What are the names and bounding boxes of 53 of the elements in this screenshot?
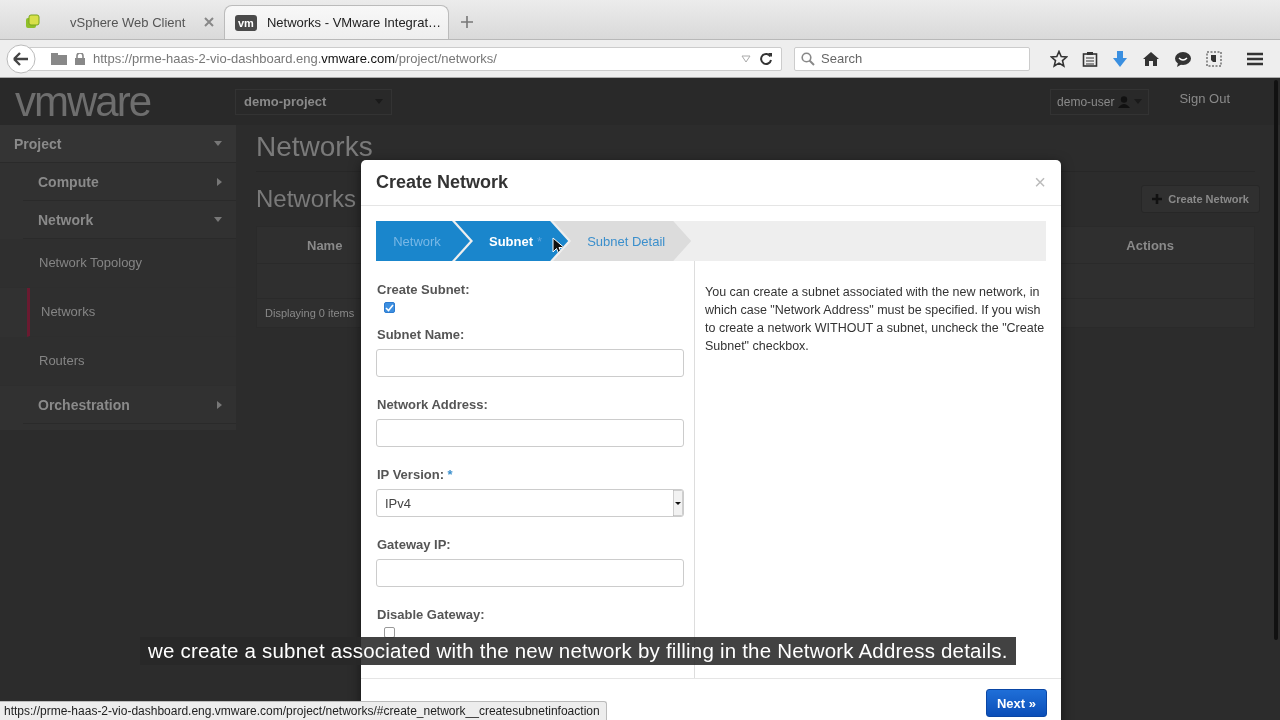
column-header: Actions [1126, 237, 1174, 253]
dropdown-arrow-icon [673, 490, 683, 516]
lock-icon [75, 52, 85, 65]
search-icon [801, 51, 815, 66]
chevron-right-icon [217, 400, 222, 409]
input-field[interactable] [376, 419, 684, 447]
home-icon[interactable] [1142, 50, 1160, 67]
field-label: IP Version: * [376, 467, 454, 482]
reload-icon[interactable] [759, 51, 773, 66]
chevron-down-icon [214, 217, 222, 222]
wizard-step[interactable]: Subnet Detail [553, 221, 692, 261]
screenshot-icon[interactable] [1206, 50, 1222, 67]
browser-tab[interactable]: vm Networks - VMware Integrat… [224, 5, 449, 39]
field-label: Subnet Name: [376, 327, 466, 342]
download-icon[interactable] [1112, 49, 1128, 68]
next-button[interactable]: Next » [985, 689, 1047, 717]
favicon [24, 14, 40, 30]
star-icon[interactable] [1050, 49, 1068, 68]
plus-icon [1152, 194, 1163, 204]
field-label: Create Subnet: [376, 282, 471, 297]
chevron-right-icon [217, 177, 222, 186]
logo: vmware [15, 78, 152, 125]
menu-icon[interactable] [1246, 51, 1264, 66]
field-label: Gateway IP: [376, 537, 452, 552]
sign-out-link[interactable]: Sign Out [1179, 91, 1230, 106]
input-field[interactable] [376, 349, 684, 377]
select-field[interactable]: IPv4 [376, 489, 684, 517]
checkbox[interactable] [384, 302, 395, 313]
favicon: vm [235, 14, 257, 31]
browser-tab[interactable]: vSphere Web Client [14, 5, 224, 39]
close-icon[interactable] [204, 17, 214, 27]
status-url: https://prme-haas-2-vio-dashboard.eng.vmware.com/project/networks/#create_network__createsubnetinfoaction [0, 701, 607, 720]
field-label: Disable Gateway: [376, 607, 486, 622]
column-header: Name [307, 237, 343, 253]
project-dropdown[interactable]: demo-project [235, 88, 392, 115]
field-label: Network Address: [376, 397, 489, 412]
check-icon [385, 303, 394, 312]
table-title: Networks [256, 185, 357, 213]
close-button[interactable]: × [1034, 171, 1046, 194]
subtitle-caption: we create a subnet associated with the new network by filling in the Network Address details. [140, 637, 1016, 665]
input-field[interactable] [376, 559, 684, 587]
cursor-icon [552, 237, 565, 255]
back-icon[interactable] [6, 43, 36, 74]
reading-list-icon[interactable] [1082, 50, 1098, 67]
chevron-down-icon [214, 141, 222, 146]
new-tab-icon[interactable] [461, 16, 473, 28]
chat-icon[interactable] [1174, 50, 1192, 67]
create-network-button[interactable]: Create Network [1141, 185, 1260, 213]
url-text: https://prme-haas-2-vio-dashboard.eng.vmware.com/project/networks/ [93, 51, 498, 66]
user-icon [1118, 95, 1131, 108]
user-dropdown[interactable]: demo-user [1050, 88, 1150, 115]
dialog-title: Create Network [376, 172, 509, 193]
search-field[interactable]: Search [794, 46, 1030, 71]
